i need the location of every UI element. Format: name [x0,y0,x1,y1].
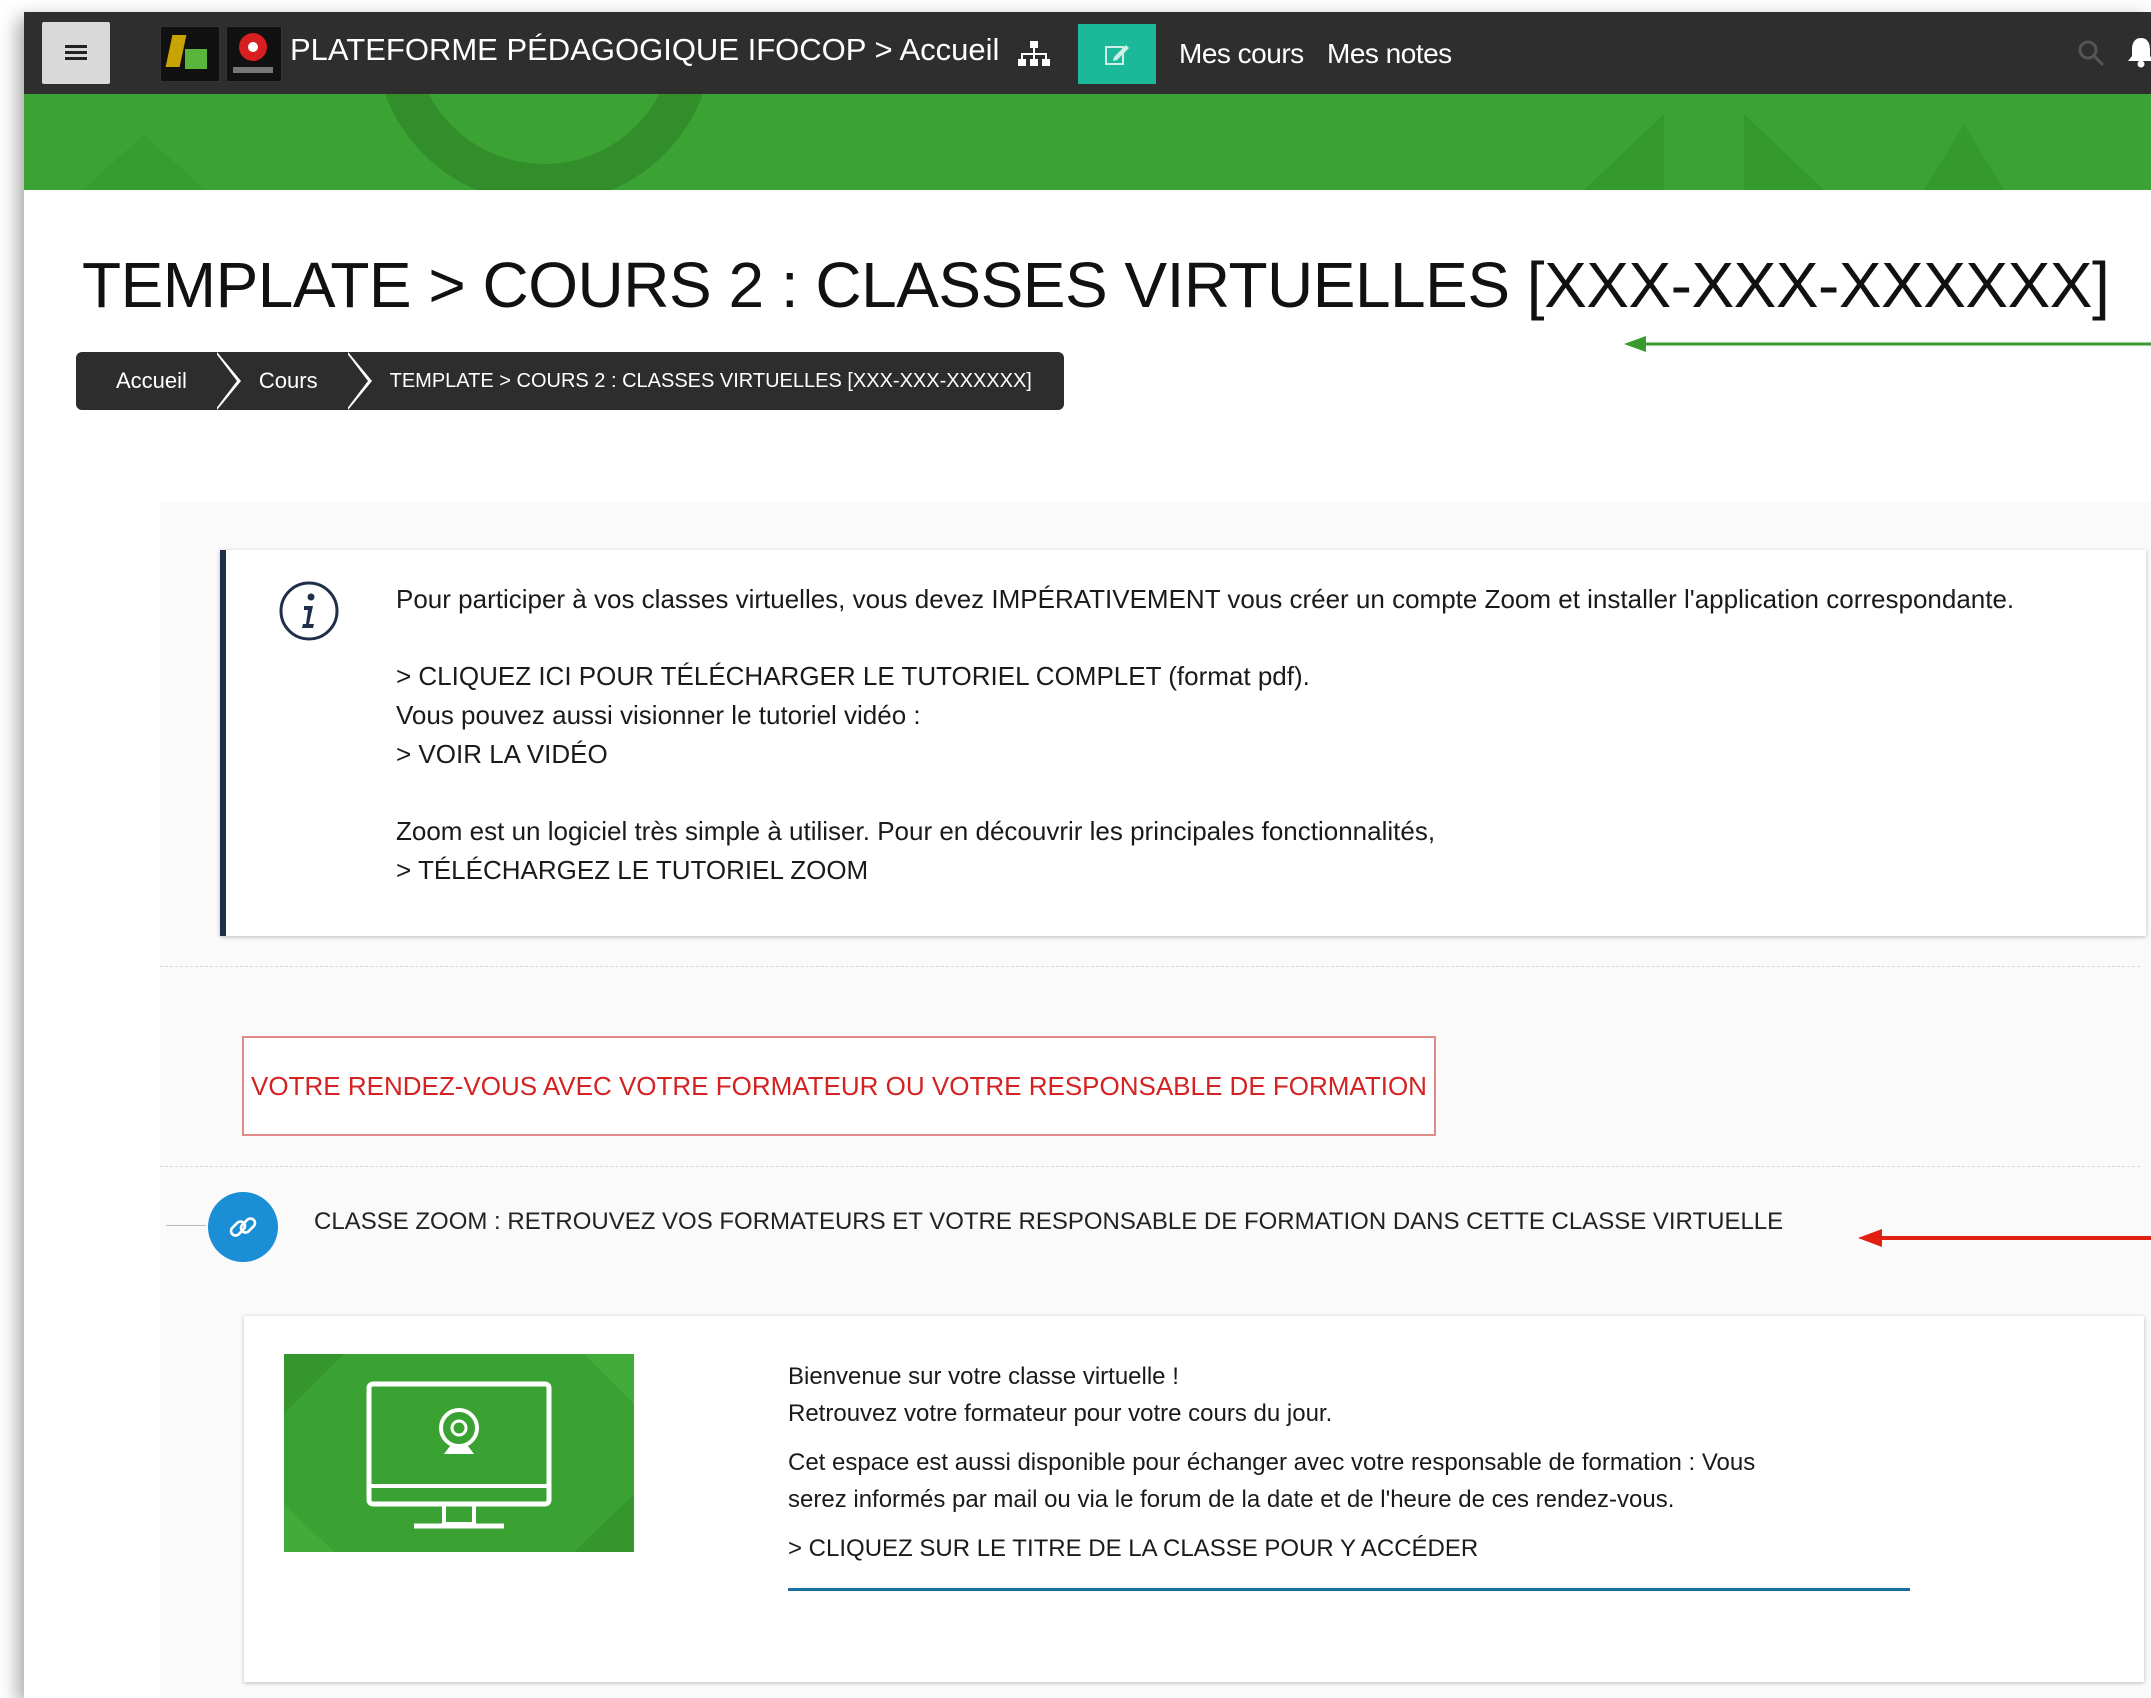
availability-text-1: Cet espace est aussi disponible pour éch… [788,1449,1756,1476]
breadcrumb: Accueil Cours TEMPLATE > COURS 2 : CLASS… [76,352,1064,410]
edit-icon [1105,45,1129,65]
breadcrumb-item-accueil[interactable]: Accueil [76,352,241,410]
info-line-requirement: Pour participer à vos classes virtuelles… [396,584,2015,614]
breadcrumb-label: Accueil [116,368,187,393]
menu-toggle-button[interactable] [42,22,110,84]
download-zoom-tutorial-link[interactable]: > TÉLÉCHARGEZ LE TUTORIEL ZOOM [396,855,868,885]
virtual-class-banner-image [284,1354,634,1552]
partner-logo [226,26,282,82]
nav-mes-cours-link[interactable]: Mes cours [1179,38,1304,70]
site-title[interactable]: PLATEFORME PÉDAGOGIQUE IFOCOP > Accueil [290,32,999,68]
menu-icon [65,45,87,61]
zoom-class-title-link[interactable]: CLASSE ZOOM : RETROUVEZ VOS FORMATEURS E… [314,1208,1783,1236]
zoom-info-box: Pour participer à vos classes virtuelles… [220,550,2146,936]
section-divider [160,1166,2140,1167]
welcome-text: Bienvenue sur votre classe virtuelle ! [788,1363,1179,1390]
page-title: TEMPLATE > COURS 2 : CLASSES VIRTUELLES … [82,249,2110,321]
breadcrumb-item-current: TEMPLATE > COURS 2 : CLASSES VIRTUELLES … [345,352,1064,410]
trainer-text: Retrouvez votre formateur pour votre cou… [788,1400,1333,1427]
breadcrumb-label: TEMPLATE > COURS 2 : CLASSES VIRTUELLES … [389,369,1032,392]
rdv-section-label: VOTRE RENDEZ-VOUS AVEC VOTRE FORMATEUR O… [242,1036,1436,1136]
zoom-intro-text: Zoom est un logiciel très simple à utili… [396,816,1436,846]
availability-text-2: serez informés par mail ou via le forum … [788,1486,1675,1513]
annotation-arrow-green [1624,336,2151,352]
video-intro-text: Vous pouvez aussi visionner le tutoriel … [396,700,921,730]
chain-link-glyph [229,1217,257,1237]
card-link-underline [788,1588,1910,1591]
header-banner [24,94,2151,190]
bell-icon[interactable] [2126,36,2151,68]
tutorial-format-text: (format pdf). [1161,661,1310,691]
watch-video-link[interactable]: > VOIR LA VIDÉO [396,739,608,769]
download-tutorial-link[interactable]: > CLIQUEZ ICI POUR TÉLÉCHARGER LE TUTORI… [396,661,1161,691]
edit-mode-button[interactable] [1078,24,1156,84]
access-class-link[interactable]: > CLIQUEZ SUR LE TITRE DE LA CLASSE POUR… [788,1530,1755,1567]
activity-connector [166,1225,206,1226]
sitemap-icon[interactable] [1018,40,1050,68]
link-icon[interactable] [208,1192,278,1262]
breadcrumb-label: Cours [258,368,318,393]
info-icon [279,581,339,641]
zoom-class-card: Bienvenue sur votre classe virtuelle ! R… [244,1316,2144,1682]
nav-mes-notes-link[interactable]: Mes notes [1327,38,1452,70]
top-navbar: PLATEFORME PÉDAGOGIQUE IFOCOP > Accueil … [24,12,2151,94]
section-divider [160,966,2140,967]
search-icon[interactable] [2076,38,2106,68]
ifocop-logo[interactable] [160,26,220,82]
banner-pattern [84,94,2004,190]
info-text: Pour participer à vos classes virtuelles… [396,580,2014,890]
card-description: Bienvenue sur votre classe virtuelle ! R… [788,1358,1755,1567]
annotation-arrow-red [1858,1229,2151,1247]
webcam-monitor-icon [284,1354,634,1552]
